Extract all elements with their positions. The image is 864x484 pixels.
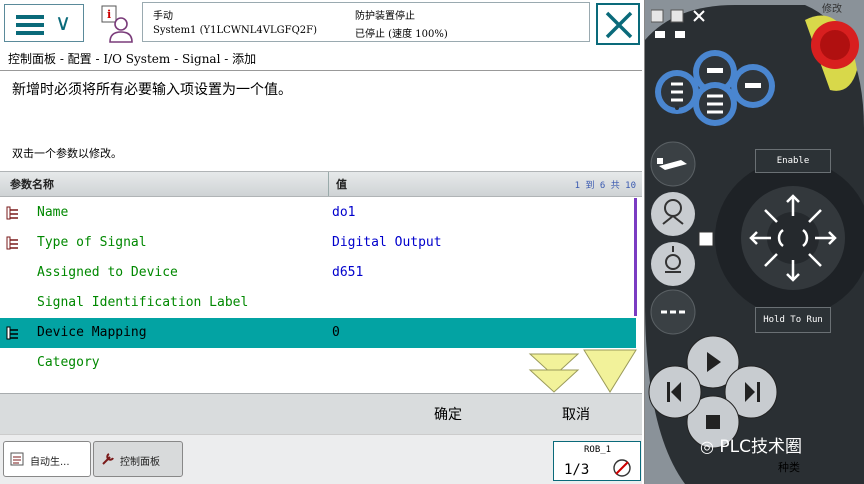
wrench-icon bbox=[102, 453, 114, 465]
param-icon bbox=[6, 236, 18, 250]
breadcrumb: 控制面板 - 配置 - I/O System - Signal - 添加 bbox=[8, 52, 257, 66]
param-icon bbox=[6, 326, 18, 340]
jog-status-icon: 1/3 bbox=[564, 459, 631, 478]
scrollbar[interactable] bbox=[634, 198, 637, 316]
key-icon[interactable] bbox=[671, 82, 683, 102]
column-divider bbox=[328, 172, 329, 196]
system-name: System1 (Y1LCWNL4VLGFQ2F) bbox=[153, 25, 317, 36]
background-text: 种类 bbox=[778, 461, 800, 474]
program-icon bbox=[10, 452, 24, 466]
param-name: Assigned to Device bbox=[37, 265, 178, 280]
status-panel[interactable]: 手动 System1 (Y1LCWNL4VLGFQ2F) 防护装置停止 已停止 … bbox=[142, 2, 590, 42]
step-forward-icon[interactable] bbox=[745, 382, 760, 402]
column-header-name: 参数名称 bbox=[10, 178, 54, 191]
hamburger-icon bbox=[16, 15, 44, 39]
close-button[interactable] bbox=[596, 3, 640, 45]
task-label: 自动生... bbox=[30, 457, 70, 468]
svg-text:i: i bbox=[107, 8, 111, 21]
protection-status: 防护装置停止 bbox=[355, 11, 415, 22]
main-menu-button[interactable]: ∨ bbox=[4, 4, 84, 42]
param-name: Name bbox=[37, 205, 69, 220]
hint-text: 双击一个参数以修改。 bbox=[12, 147, 122, 160]
chevron-down-icon: ∨ bbox=[55, 11, 72, 36]
status-bar: ∨ i 手动 System1 (Y1LCWNL4VLGFQ2F) 防护装置停止 … bbox=[0, 0, 644, 47]
table-header: 参数名称 值 1 到 6 共 10 bbox=[0, 171, 642, 197]
watermark-text: PLC技术圈 bbox=[719, 437, 802, 457]
row-counter: 1 到 6 共 10 bbox=[574, 181, 636, 191]
quickset-button[interactable]: ROB_1 1/3 bbox=[553, 441, 641, 481]
edge-text: 修改 bbox=[822, 4, 842, 15]
increment-fraction-icon: 1/3 bbox=[564, 462, 589, 478]
param-value: Digital Output bbox=[332, 235, 442, 250]
list-icon[interactable] bbox=[707, 94, 723, 114]
table-row[interactable]: Name do1 bbox=[0, 198, 636, 228]
hold-switch-icon bbox=[698, 231, 714, 247]
instruction-text: 新增时必须将所有必要输入项设置为一个值。 bbox=[12, 82, 292, 98]
run-icon[interactable] bbox=[707, 352, 721, 372]
column-header-value: 值 bbox=[336, 178, 347, 191]
table-row[interactable]: Signal Identification Label bbox=[0, 288, 636, 318]
param-name: Signal Identification Label bbox=[37, 295, 249, 310]
ok-button[interactable]: 确定 bbox=[434, 404, 462, 424]
param-value: 0 bbox=[332, 325, 340, 340]
tool-icon[interactable] bbox=[657, 158, 687, 170]
flexpendant-screen: ∨ i 手动 System1 (Y1LCWNL4VLGFQ2F) 防护装置停止 … bbox=[0, 0, 645, 484]
param-name: Device Mapping bbox=[37, 325, 147, 340]
action-bar: 确定 取消 bbox=[0, 393, 642, 434]
param-name: Type of Signal bbox=[37, 235, 147, 250]
step-back-icon[interactable] bbox=[667, 382, 681, 402]
event-log-icon[interactable]: i bbox=[96, 4, 136, 44]
wechat-icon: ◎ bbox=[700, 437, 714, 456]
taskbar: 自动生... 控制面板 ROB_1 1/3 bbox=[0, 434, 642, 484]
axis-icon[interactable] bbox=[665, 246, 681, 273]
minus-icon[interactable] bbox=[707, 68, 723, 73]
pendant-icons bbox=[655, 31, 837, 429]
close-icon bbox=[605, 11, 633, 39]
camera-icon bbox=[655, 31, 685, 38]
scroll-down-icon[interactable] bbox=[528, 348, 640, 394]
table-row[interactable]: Type of Signal Digital Output bbox=[0, 228, 636, 258]
task-auto-production[interactable]: 自动生... bbox=[3, 441, 91, 477]
joystick-arrows-icon[interactable] bbox=[749, 194, 837, 282]
minus-icon[interactable] bbox=[745, 83, 761, 88]
divider bbox=[0, 70, 642, 71]
hold-to-run-label: Hold To Run bbox=[755, 307, 831, 333]
table-row-selected[interactable]: Device Mapping 0 bbox=[0, 318, 636, 348]
operating-mode: 手动 bbox=[153, 11, 173, 22]
stop-icon[interactable] bbox=[706, 415, 720, 429]
param-name: Category bbox=[37, 355, 100, 370]
task-control-panel[interactable]: 控制面板 bbox=[93, 441, 183, 477]
task-label: 控制面板 bbox=[120, 457, 160, 468]
enable-label: Enable bbox=[755, 149, 831, 173]
run-state: 已停止 (速度 100%) bbox=[355, 29, 448, 40]
table-row[interactable]: Assigned to Device d651 bbox=[0, 258, 636, 288]
param-icon bbox=[6, 206, 18, 220]
cancel-button[interactable]: 取消 bbox=[562, 404, 590, 424]
robot-name: ROB_1 bbox=[584, 445, 612, 455]
watermark: ◎ PLC技术圈 bbox=[700, 432, 802, 457]
reorient-icon[interactable] bbox=[662, 199, 684, 225]
param-value: d651 bbox=[332, 265, 364, 280]
param-value: do1 bbox=[332, 205, 356, 220]
